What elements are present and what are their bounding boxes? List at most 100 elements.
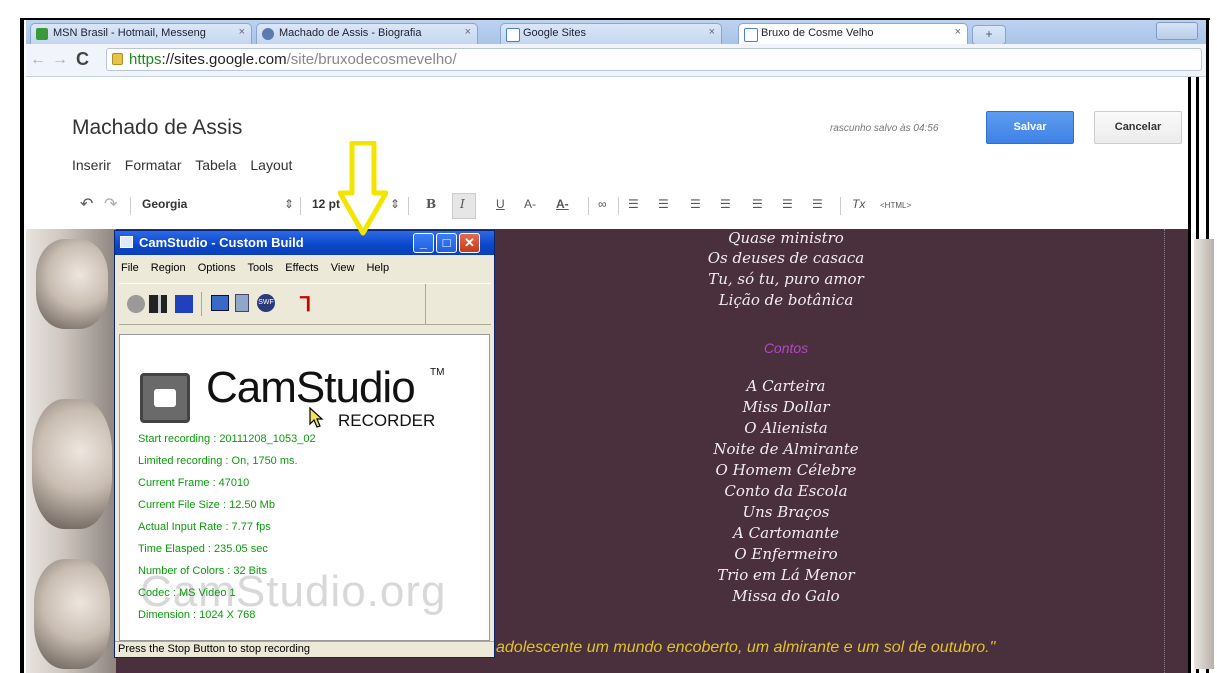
yellow-down-arrow-icon [338, 141, 388, 236]
tab-msn[interactable]: MSN Brasil - Hotmail, Messeng × [30, 23, 252, 44]
highlight-color-icon[interactable]: A- [556, 197, 569, 211]
browser-toolbar: ← → C https://sites.google.com/site/brux… [26, 44, 1206, 77]
editor-menubar: Inserir Formatar Tabela Layout [72, 157, 302, 173]
toolbar-separator [588, 197, 589, 215]
conto-title: O Homem Célebre [715, 461, 857, 479]
poem-title: Lição de botânica [718, 291, 854, 309]
swf-icon[interactable]: SWF [257, 294, 275, 312]
camstudio-window[interactable]: CamStudio - Custom Build _ □ ✕ File Regi… [114, 230, 495, 658]
conto-title: O Enfermeiro [734, 545, 838, 563]
pause-icon[interactable] [149, 295, 167, 313]
url-host: ://sites.google.com [161, 51, 287, 68]
toolbar-separator [201, 292, 202, 316]
menu-region[interactable]: Region [151, 262, 186, 274]
contos-heading: Contos [586, 339, 986, 357]
address-bar[interactable]: https://sites.google.com/site/bruxodecos… [106, 48, 1202, 71]
align-right-icon[interactable]: ☰ [812, 197, 823, 211]
menu-inserir[interactable]: Inserir [72, 157, 111, 173]
cancel-button[interactable]: Cancelar [1094, 111, 1182, 144]
reload-icon[interactable]: C [76, 49, 89, 70]
align-center-icon[interactable]: ☰ [782, 197, 793, 211]
maximize-button[interactable]: □ [436, 233, 457, 253]
tab-label: MSN Brasil - Hotmail, Messeng [53, 27, 206, 39]
menu-tools[interactable]: Tools [248, 262, 274, 274]
menu-options[interactable]: Options [198, 262, 236, 274]
font-select-arrow-icon[interactable]: ⇕ [284, 197, 294, 211]
msn-icon [36, 28, 48, 40]
window-minimize-button[interactable] [1156, 22, 1198, 40]
record-icon[interactable] [127, 295, 145, 313]
indent-more-icon[interactable]: ☰ [720, 197, 731, 211]
close-icon[interactable]: × [709, 26, 715, 38]
link-icon[interactable]: ∞ [598, 197, 607, 211]
camstudio-menubar: File Region Options Tools Effects View H… [121, 262, 398, 274]
align-left-icon[interactable]: ☰ [752, 197, 763, 211]
menu-view[interactable]: View [331, 262, 355, 274]
back-arrow-icon[interactable]: ← [30, 51, 46, 69]
stat-start-recording: Start recording : 20111208_1053_02 [138, 433, 316, 445]
close-icon[interactable]: × [239, 26, 245, 38]
stop-icon[interactable] [175, 295, 193, 313]
menu-file[interactable]: File [121, 262, 139, 274]
indent-less-icon[interactable]: ☰ [690, 197, 701, 211]
tab-bruxo[interactable]: Bruxo de Cosme Velho × [738, 23, 968, 44]
menu-layout[interactable]: Layout [250, 157, 292, 173]
menu-effects[interactable]: Effects [285, 262, 318, 274]
close-button[interactable]: ✕ [459, 233, 480, 253]
text-color-icon[interactable]: A- [524, 197, 536, 211]
redo-icon[interactable]: ↷ [104, 194, 117, 214]
google-sites-icon [744, 28, 758, 42]
site-title: Machado de Assis [72, 116, 243, 139]
menu-tabela[interactable]: Tabela [195, 157, 236, 173]
size-select-arrow-icon[interactable]: ⇕ [390, 197, 400, 211]
stat-time-elapsed: Time Elasped : 235.05 sec [138, 543, 268, 555]
menu-help[interactable]: Help [366, 262, 389, 274]
bold-icon[interactable]: B [426, 197, 436, 211]
close-icon[interactable]: × [955, 26, 961, 38]
clear-format-icon[interactable]: Tx [852, 197, 865, 211]
portrait-image [26, 229, 116, 673]
size-select[interactable]: 12 pt [312, 197, 340, 211]
stat-input-rate: Actual Input Rate : 7.77 fps [138, 521, 271, 533]
conto-title: Missa do Galo [732, 587, 840, 605]
new-tab-button[interactable]: + [972, 25, 1006, 45]
stat-file-size: Current File Size : 12.50 Mb [138, 499, 275, 511]
save-button[interactable]: Salvar [986, 111, 1074, 144]
tab-google-sites[interactable]: Google Sites × [500, 23, 722, 44]
close-icon[interactable]: × [465, 26, 471, 38]
conto-title: Uns Braços [742, 503, 830, 521]
region-icon[interactable] [211, 295, 229, 311]
italic-icon[interactable]: I [460, 197, 465, 211]
bullet-list-icon[interactable]: ☰ [658, 197, 669, 211]
poem-title: Tu, só tu, puro amor [708, 270, 864, 288]
poem-title: Os deuses de casaca [707, 249, 865, 267]
autopan-icon[interactable]: ᒣ [299, 292, 311, 317]
font-select[interactable]: Georgia [142, 197, 187, 211]
annotation-icon[interactable] [235, 294, 249, 312]
toolbar-separator [840, 197, 841, 215]
undo-icon[interactable]: ↶ [80, 194, 93, 214]
poem-title: Quase ministro [728, 229, 844, 247]
tab-biografia[interactable]: Machado de Assis - Biografia × [256, 23, 478, 44]
html-button[interactable]: <HTML> [880, 201, 911, 210]
url-scheme: https [129, 51, 162, 68]
sites-editor-header: Machado de Assis rascunho salvo às 04:56… [26, 77, 1188, 227]
minimize-button[interactable]: _ [413, 233, 434, 253]
stat-current-frame: Current Frame : 47010 [138, 477, 250, 489]
toolbar-separator [300, 197, 301, 215]
underline-icon[interactable]: U [496, 197, 505, 211]
menu-formatar[interactable]: Formatar [125, 157, 182, 173]
camstudio-logo-icon [140, 373, 190, 423]
forward-arrow-icon[interactable]: → [52, 51, 68, 69]
tab-label: Google Sites [523, 27, 586, 39]
camstudio-app-icon [120, 236, 133, 248]
camstudio-titlebar[interactable]: CamStudio - Custom Build _ □ ✕ [115, 231, 494, 255]
toolbar-separator [130, 197, 131, 215]
camstudio-statusbar: Press the Stop Button to stop recording [115, 641, 494, 657]
conto-title: A Carteira [746, 377, 826, 395]
stat-limited-recording: Limited recording : On, 1750 ms. [138, 455, 298, 467]
formatting-toolbar: ↶ ↷ Georgia ⇕ 12 pt ⇕ B I U A- A- ∞ ☰ ☰ … [72, 193, 1182, 219]
frame-left-border [20, 18, 24, 673]
screenshot-top-margin [0, 0, 1217, 18]
numbered-list-icon[interactable]: ☰ [628, 197, 639, 211]
